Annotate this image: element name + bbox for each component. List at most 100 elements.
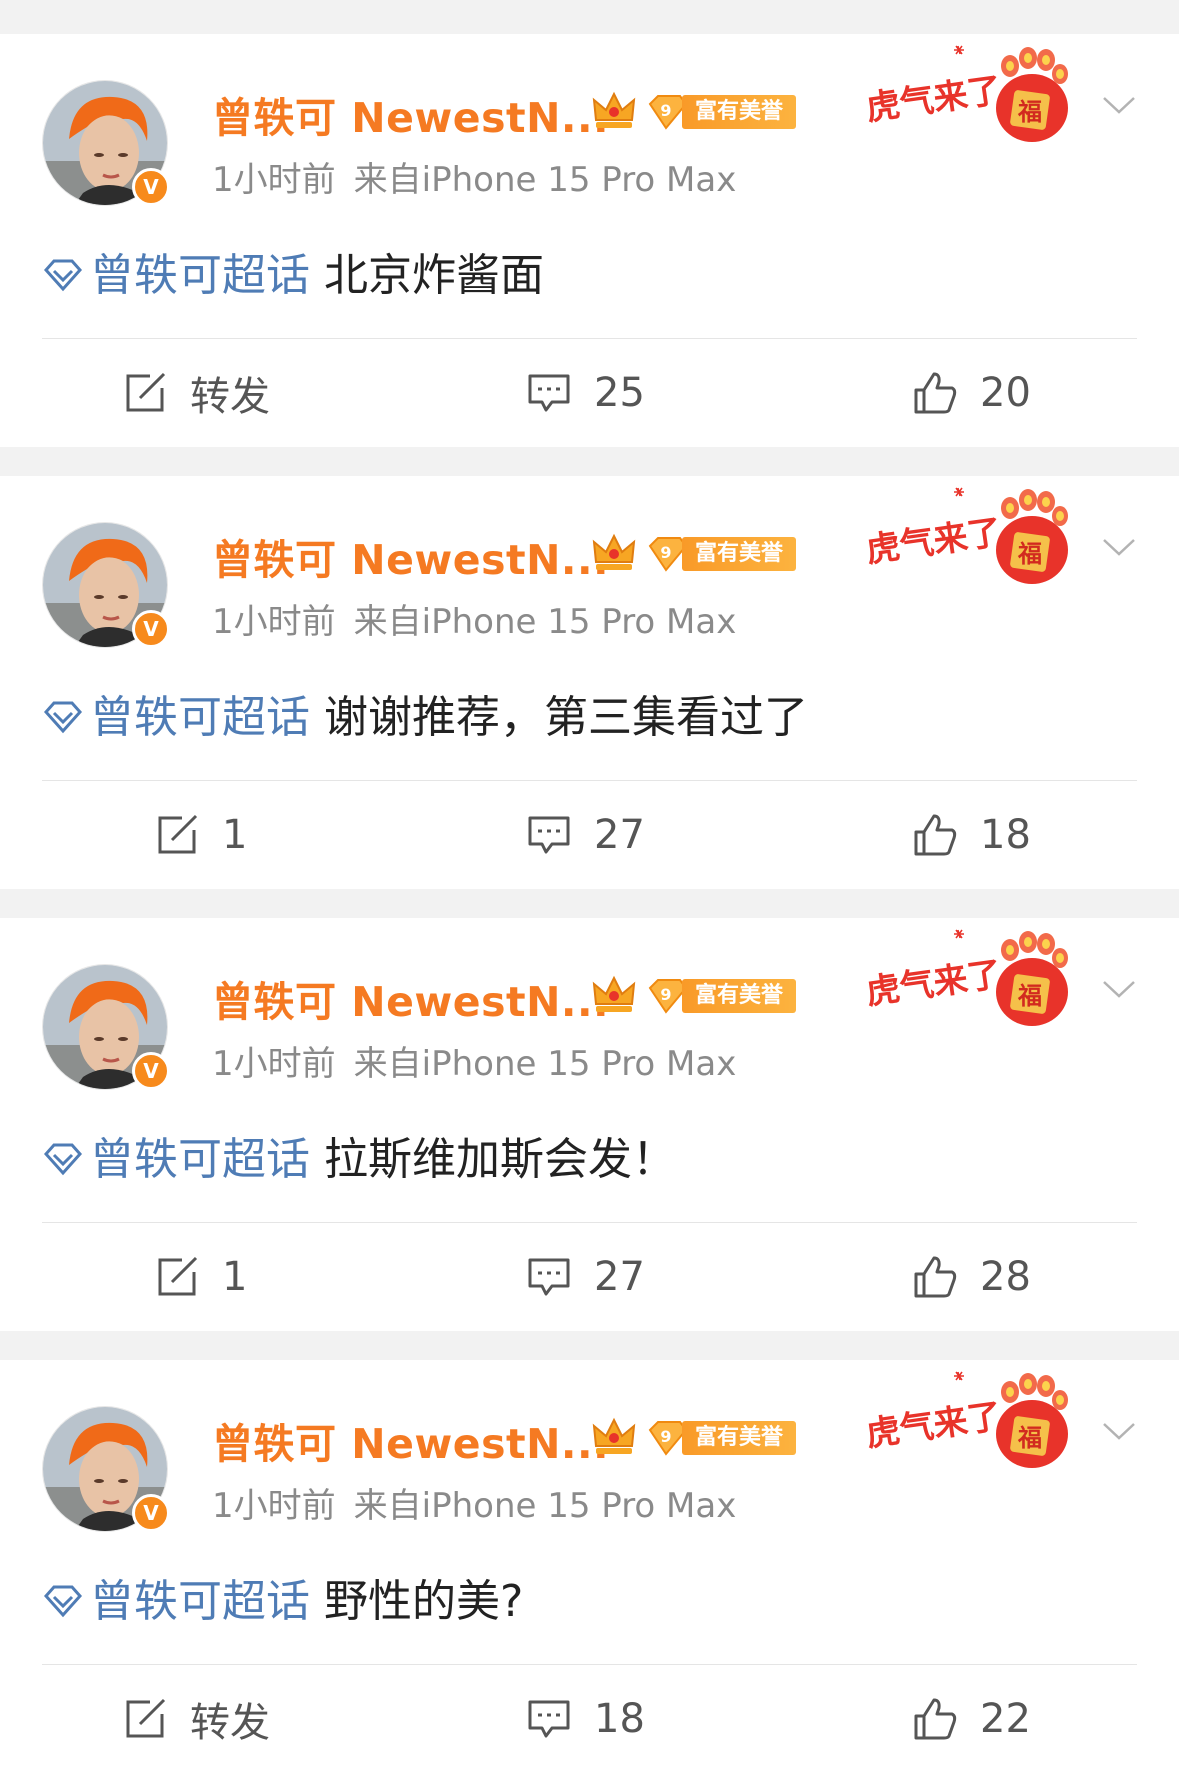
feed-post[interactable]: V 曾轶可 NewestN... 9 富有美誉 1小时前 来自iPhone 15 … [0, 918, 1179, 1331]
thumbs-up-icon [914, 1698, 957, 1740]
like-button[interactable]: 22 [912, 1665, 1031, 1773]
crown-icon [592, 1417, 636, 1454]
avatar[interactable]: V [42, 522, 170, 648]
like-count: 28 [980, 1254, 1031, 1300]
repost-button[interactable]: 1 [154, 781, 247, 889]
comment-count: 27 [594, 812, 645, 858]
honor-level-number: 9 [660, 985, 671, 1004]
comment-button[interactable]: 27 [526, 781, 645, 889]
post-time: 1小时前 [212, 160, 336, 200]
super-topic-icon [43, 1143, 83, 1176]
post-content: 曾轶可超话 拉斯维加斯会发！ [42, 1123, 676, 1187]
username[interactable]: 曾轶可 NewestN... [212, 526, 609, 586]
username[interactable]: 曾轶可 NewestN... [212, 84, 609, 144]
thumbs-up-icon [914, 1256, 957, 1298]
honor-badge[interactable]: 9 富有美誉 [646, 1420, 796, 1456]
topic-link[interactable]: 曾轶可超话 [42, 1576, 310, 1627]
like-button[interactable]: 18 [912, 781, 1031, 889]
holiday-decoration: 虎气来了 福 [864, 929, 1068, 1026]
post-content: 曾轶可超话 谢谢推荐，第三集看过了 [42, 681, 808, 745]
holiday-label: 虎气来了 [864, 70, 1004, 129]
topic-link[interactable]: 曾轶可超话 [42, 250, 310, 301]
honor-label: 富有美誉 [682, 979, 796, 1013]
post-content: 曾轶可超话 北京炸酱面 [42, 239, 544, 303]
post-actions: 1 27 28 [0, 1223, 1179, 1331]
post-time: 1小时前 [212, 602, 336, 642]
diamond-icon: 9 [648, 979, 686, 1014]
chevron-down-icon[interactable] [1098, 532, 1140, 562]
post-content: 曾轶可超话 野性的美? [42, 1565, 523, 1629]
holiday-label: 虎气来了 [864, 512, 1004, 571]
holiday-stamp: 福 [1017, 982, 1042, 1010]
super-topic-icon [43, 701, 83, 734]
repost-icon [126, 372, 166, 412]
verified-badge: V [132, 1494, 170, 1532]
holiday-stamp: 福 [1017, 98, 1042, 126]
like-count: 20 [980, 370, 1031, 416]
comment-count: 27 [594, 1254, 645, 1300]
verified-badge: V [132, 168, 170, 206]
avatar[interactable]: V [42, 1406, 170, 1532]
avatar[interactable]: V [42, 964, 170, 1090]
like-button[interactable]: 20 [912, 339, 1031, 447]
post-meta: 1小时前 来自iPhone 15 Pro Max [212, 1478, 736, 1527]
avatar[interactable]: V [42, 80, 170, 206]
repost-button[interactable]: 1 [154, 1223, 247, 1331]
honor-badge[interactable]: 9 富有美誉 [646, 536, 796, 572]
comment-button[interactable]: 18 [526, 1665, 645, 1773]
chevron-down-icon[interactable] [1098, 974, 1140, 1004]
post-source: 来自iPhone 15 Pro Max [353, 602, 737, 642]
comment-icon [528, 374, 570, 412]
honor-level-number: 9 [660, 101, 671, 120]
thumbs-up-icon [914, 814, 957, 856]
post-meta: 1小时前 来自iPhone 15 Pro Max [212, 1036, 736, 1085]
comment-icon [528, 1700, 570, 1738]
repost-button[interactable]: 转发 [122, 339, 270, 447]
topic-label: 曾轶可超话 [90, 250, 310, 301]
comment-count: 25 [594, 370, 645, 416]
topic-link[interactable]: 曾轶可超话 [42, 692, 310, 743]
comment-button[interactable]: 25 [526, 339, 645, 447]
crown-icon [592, 91, 636, 128]
feed-post[interactable]: V 曾轶可 NewestN... 9 富有美誉 1小时前 来自iPhone 15 … [0, 476, 1179, 889]
post-actions: 1 27 18 [0, 781, 1179, 889]
repost-count: 转发 [190, 374, 270, 420]
repost-icon [158, 814, 198, 854]
verified-badge: V [132, 610, 170, 648]
post-actions: 转发 25 20 [0, 339, 1179, 447]
honor-label: 富有美誉 [682, 1421, 796, 1455]
post-text: 谢谢推荐，第三集看过了 [324, 692, 808, 743]
honor-badge[interactable]: 9 富有美誉 [646, 94, 796, 130]
feed-post[interactable]: V 曾轶可 NewestN... 9 富有美誉 1小时前 来自iPhone 15 … [0, 1360, 1179, 1773]
repost-button[interactable]: 转发 [122, 1665, 270, 1773]
repost-count: 1 [222, 1254, 248, 1300]
post-source: 来自iPhone 15 Pro Max [353, 160, 737, 200]
comment-icon [528, 1258, 570, 1296]
comment-button[interactable]: 27 [526, 1223, 645, 1331]
holiday-decoration: 虎气来了 福 [864, 1371, 1068, 1468]
honor-badge[interactable]: 9 富有美誉 [646, 978, 796, 1014]
like-button[interactable]: 28 [912, 1223, 1031, 1331]
super-topic-icon [43, 1585, 83, 1618]
honor-level-number: 9 [660, 1427, 671, 1446]
repost-count: 转发 [190, 1700, 270, 1746]
topic-link[interactable]: 曾轶可超话 [42, 1134, 310, 1185]
chevron-down-icon[interactable] [1098, 90, 1140, 120]
post-actions: 转发 18 22 [0, 1665, 1179, 1773]
topic-label: 曾轶可超话 [90, 1576, 310, 1627]
diamond-icon: 9 [648, 537, 686, 572]
crown-icon [592, 533, 636, 570]
comment-count: 18 [594, 1696, 645, 1742]
verified-badge: V [132, 1052, 170, 1090]
username[interactable]: 曾轶可 NewestN... [212, 968, 609, 1028]
honor-label: 富有美誉 [682, 95, 796, 129]
like-count: 18 [980, 812, 1031, 858]
honor-label: 富有美誉 [682, 537, 796, 571]
username[interactable]: 曾轶可 NewestN... [212, 1410, 609, 1470]
holiday-stamp: 福 [1017, 1424, 1042, 1452]
holiday-decoration: 虎气来了 福 [864, 487, 1068, 584]
diamond-icon: 9 [648, 95, 686, 130]
chevron-down-icon[interactable] [1098, 1416, 1140, 1446]
feed-post[interactable]: V 曾轶可 NewestN... 9 富有美誉 1小时前 来自iPhone 15 … [0, 34, 1179, 447]
post-text: 拉斯维加斯会发！ [324, 1134, 676, 1185]
